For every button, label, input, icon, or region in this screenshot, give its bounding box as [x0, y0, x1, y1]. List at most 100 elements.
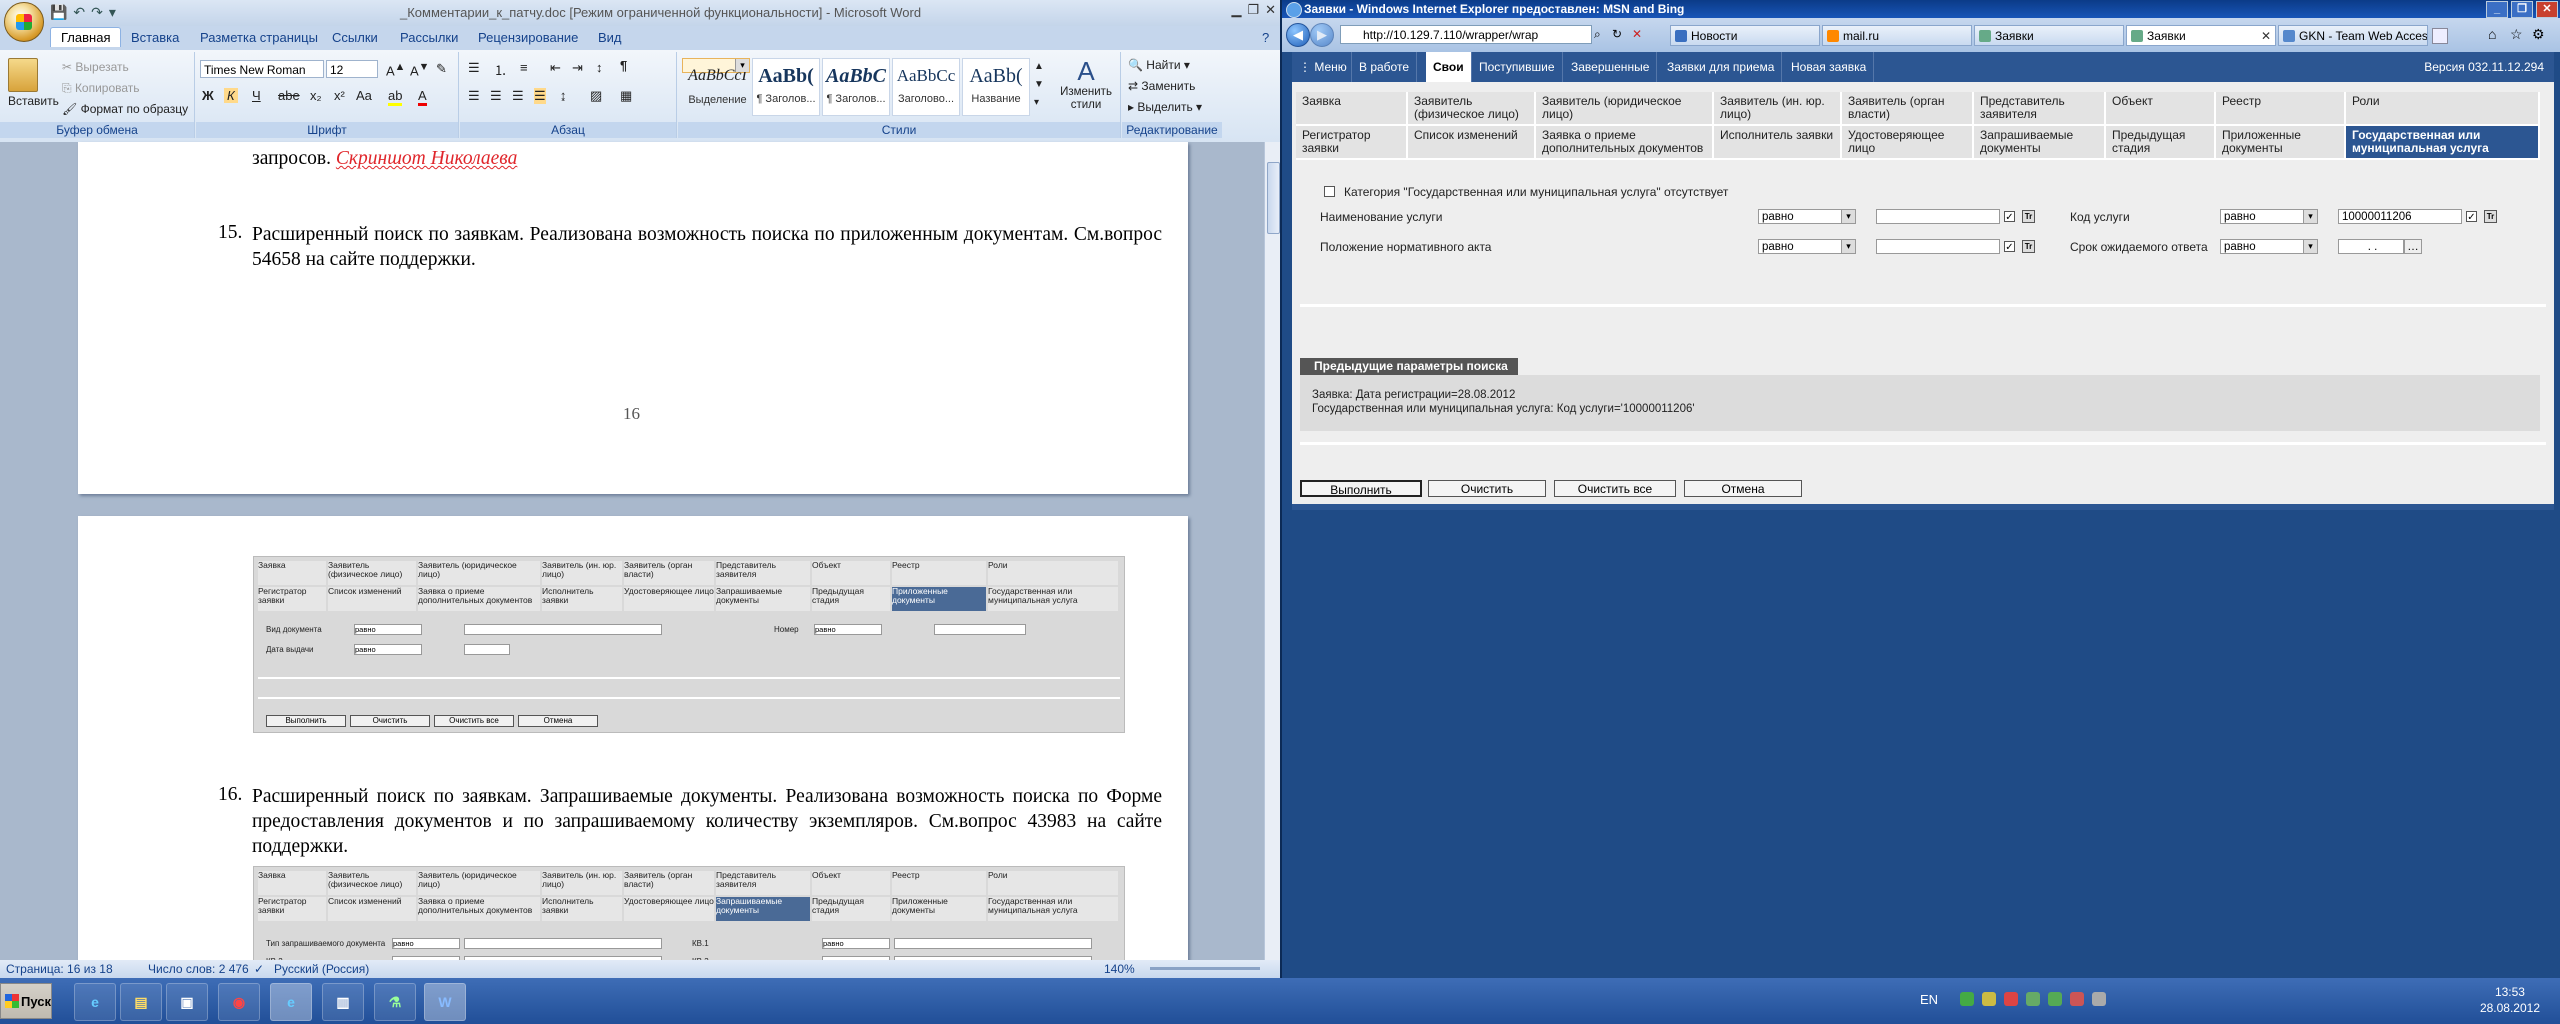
grow-font-icon[interactable]: A▲ [386, 61, 405, 78]
shrink-font-icon[interactable]: A▼ [410, 61, 429, 78]
maximize-icon[interactable]: ❐ [1247, 2, 1259, 18]
network-taskbar-icon[interactable]: ▣ [166, 983, 208, 1021]
tab-applicant-person[interactable]: Заявитель (физическое лицо) [1408, 92, 1536, 126]
tab-requested-docs[interactable]: Запрашиваемые документы [1974, 126, 2106, 160]
forward-icon[interactable]: ▶ [1310, 23, 1334, 47]
word-taskbar-icon[interactable]: W [424, 983, 466, 1021]
category-absent-checkbox[interactable] [1324, 186, 1335, 197]
status-words[interactable]: Число слов: 2 476 [148, 962, 249, 976]
spellcheck-icon[interactable]: ✓ [254, 962, 264, 976]
ie-taskbar-icon[interactable]: e [74, 983, 116, 1021]
response-term-date-input[interactable]: . . [2338, 239, 2404, 254]
change-styles-button[interactable]: A Изменить стили [1056, 56, 1116, 112]
style-heading2[interactable]: AaBbC ¶ Заголов... [822, 58, 890, 116]
tool-taskbar-icon[interactable]: ⚗ [374, 983, 416, 1021]
close-icon[interactable]: ✕ [2536, 1, 2558, 18]
normative-act-input[interactable] [1876, 239, 2000, 254]
service-code-operator-select[interactable]: равно [2220, 209, 2318, 224]
zoom-slider[interactable] [1150, 967, 1260, 970]
paste-button[interactable]: Вставить [8, 94, 59, 108]
favorites-icon[interactable]: ☆ [2510, 26, 2523, 43]
tab-review[interactable]: Рецензирование [478, 30, 578, 45]
close-icon[interactable]: ✕ [1265, 2, 1276, 18]
ie-active-taskbar-icon[interactable]: e [270, 983, 312, 1021]
menu-item-in-work[interactable]: В работе [1352, 52, 1418, 82]
app-taskbar-icon[interactable]: ▥ [322, 983, 364, 1021]
tab-public-service[interactable]: Государственная или муниципальная услуга [2346, 126, 2540, 160]
service-name-input[interactable] [1876, 209, 2000, 224]
font-size-select[interactable]: 12 [326, 60, 378, 78]
strikethrough-icon[interactable]: abe [278, 88, 300, 103]
menu-item-completed[interactable]: Завершенные [1564, 52, 1658, 82]
close-tab-icon[interactable]: ✕ [2261, 26, 2271, 45]
clear-format-icon[interactable]: ✎ [436, 61, 447, 77]
date-picker-button[interactable]: … [2404, 239, 2422, 254]
tray-antivirus-icon[interactable] [2004, 992, 2018, 1006]
ie-tab-requests-1[interactable]: Заявки [1974, 25, 2124, 46]
tab-roles[interactable]: Роли [2346, 92, 2540, 126]
minimize-icon[interactable]: ▁ [1231, 2, 1241, 18]
tab-executor[interactable]: Исполнитель заявки [1714, 126, 1842, 160]
ie-tab-gkn[interactable]: GKN - Team Web Access [2278, 25, 2428, 46]
service-code-checkbox[interactable]: ✓ [2466, 211, 2477, 223]
style-title[interactable]: AaBb(Название [962, 58, 1030, 116]
italic-icon[interactable]: К [224, 88, 238, 103]
pilcrow-icon[interactable]: ¶ [620, 58, 627, 73]
tray-update-icon[interactable] [2026, 992, 2040, 1006]
menu-item-menu[interactable]: ⋮ Меню [1292, 52, 1352, 82]
tab-insert[interactable]: Вставка [131, 30, 179, 45]
tab-home[interactable]: Главная [50, 27, 122, 47]
tab-object[interactable]: Объект [2106, 92, 2216, 126]
multilevel-list-icon[interactable]: ≡ [520, 60, 528, 75]
service-code-input[interactable]: 10000011206 [2338, 209, 2462, 224]
tab-references[interactable]: Ссылки [332, 30, 378, 45]
quick-access-toolbar[interactable]: 💾↶↷▾ [50, 4, 122, 21]
increase-indent-icon[interactable]: ⇥ [572, 60, 583, 76]
status-zoom[interactable]: 140% [1104, 962, 1135, 976]
subscript-icon[interactable]: x₂ [310, 88, 322, 103]
align-center-icon[interactable]: ☰ [490, 88, 502, 104]
refresh-icon[interactable]: ↻ [1612, 27, 1622, 41]
scrollbar-thumb[interactable] [1267, 162, 1280, 234]
office-button[interactable] [4, 2, 44, 42]
change-case-icon[interactable]: Aa [356, 88, 372, 103]
tab-registrar[interactable]: Регистратор заявки [1296, 126, 1408, 160]
normative-act-tr-button[interactable]: Tr [2022, 240, 2035, 253]
ie-tab-news[interactable]: Новости [1670, 25, 1820, 46]
service-code-tr-button[interactable]: Tr [2484, 210, 2497, 223]
styles-scroll-icon[interactable]: ▲ ▼ ▾ [1034, 58, 1044, 112]
menu-item-new-request[interactable]: Новая заявка [1784, 52, 1875, 82]
tab-view[interactable]: Вид [598, 30, 622, 45]
justify-icon[interactable]: ☰ [534, 88, 546, 104]
status-page[interactable]: Страница: 16 из 18 [6, 962, 113, 976]
borders-icon[interactable]: ▦ [620, 88, 632, 104]
menu-item-for-acceptance[interactable]: Заявки для приема [1660, 52, 1783, 82]
replace-button[interactable]: ⇄ Заменить [1128, 79, 1195, 93]
clock[interactable]: 13:53 28.08.2012 [2480, 984, 2540, 1016]
tray-security-icon[interactable] [1982, 992, 1996, 1006]
style-emphasis[interactable]: AaBbCcI Выделение [682, 58, 750, 106]
shading-icon[interactable]: ▨ [590, 88, 602, 104]
clear-button[interactable]: Очистить [1428, 480, 1546, 497]
execute-button[interactable]: Выполнить [1300, 480, 1422, 497]
bullets-icon[interactable]: ☰ [468, 60, 480, 76]
tray-network-icon[interactable] [1960, 992, 1974, 1006]
clear-all-button[interactable]: Очистить все [1554, 480, 1676, 497]
tab-attached-docs[interactable]: Приложенные документы [2216, 126, 2346, 160]
tab-registry[interactable]: Реестр [2216, 92, 2346, 126]
underline-icon[interactable]: Ч [252, 88, 261, 103]
bold-icon[interactable]: Ж [202, 88, 214, 103]
service-name-operator-select[interactable]: равно [1758, 209, 1856, 224]
style-heading3[interactable]: AaBbCc Заголово... [892, 58, 960, 116]
language-indicator[interactable]: EN [1920, 992, 1938, 1007]
paste-icon[interactable] [8, 58, 38, 92]
superscript-icon[interactable]: x² [334, 88, 345, 103]
style-heading1[interactable]: AaBb(¶ Заголов... [752, 58, 820, 116]
document-area[interactable]: запросов. Скриншот Николаева 15. Расшире… [0, 142, 1264, 978]
decrease-indent-icon[interactable]: ⇤ [550, 60, 561, 76]
format-painter-button[interactable]: 🖌 Формат по образцу [62, 102, 188, 116]
tray-app-icon[interactable] [2048, 992, 2062, 1006]
vertical-scrollbar[interactable] [1264, 142, 1280, 962]
tab-change-list[interactable]: Список изменений [1408, 126, 1536, 160]
line-spacing-icon[interactable]: ↨ [560, 88, 567, 103]
